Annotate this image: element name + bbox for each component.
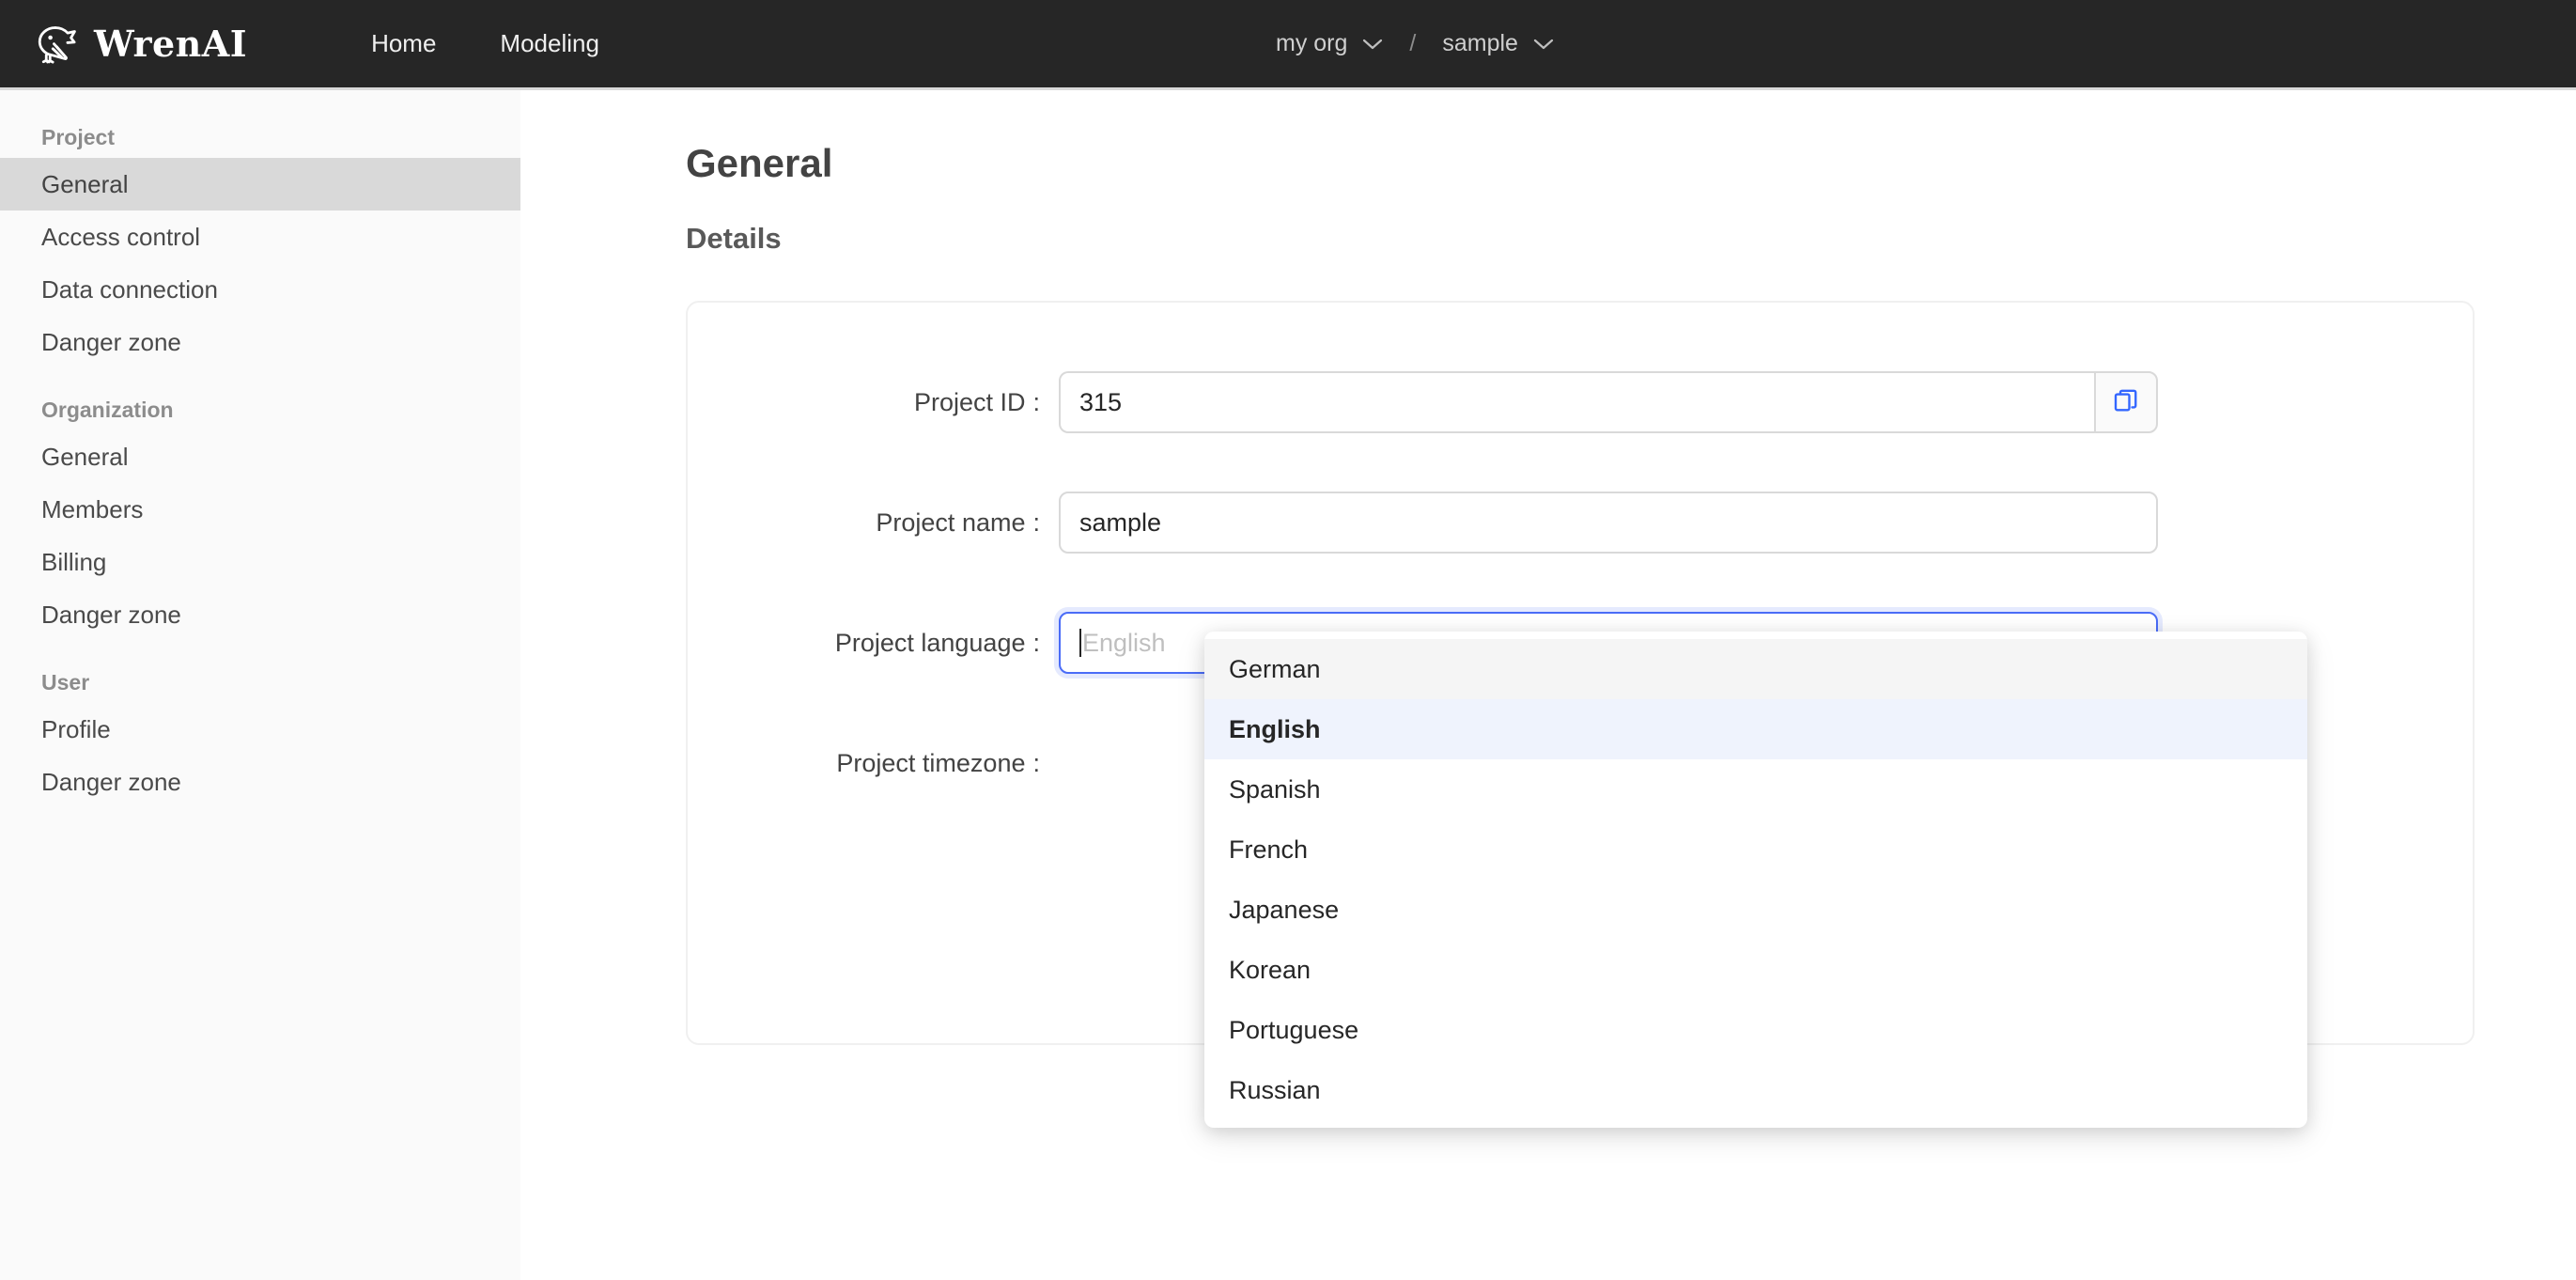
sidebar-item-org-general[interactable]: General bbox=[0, 430, 520, 483]
project-id-control bbox=[1059, 371, 2158, 433]
project-language-label: Project language: bbox=[834, 628, 1040, 657]
project-id-label: Project ID: bbox=[913, 387, 1040, 416]
sidebar-item-project-danger-zone[interactable]: Danger zone bbox=[0, 316, 520, 368]
copy-project-id-button[interactable] bbox=[2094, 371, 2158, 433]
project-id-input[interactable] bbox=[1059, 371, 2094, 433]
settings-sidebar: Project General Access control Data conn… bbox=[0, 90, 520, 1280]
sidebar-group-title: User bbox=[41, 669, 90, 695]
breadcrumb-project-label: sample bbox=[1442, 30, 1518, 56]
project-timezone-label: Project timezone: bbox=[836, 748, 1040, 777]
language-option-english[interactable]: English bbox=[1204, 699, 2307, 759]
sidebar-item-project-general[interactable]: General bbox=[0, 158, 520, 211]
brand-logo[interactable]: WrenAI bbox=[28, 18, 247, 70]
chevron-down-icon bbox=[1533, 38, 1554, 51]
nav-link-home[interactable]: Home bbox=[339, 20, 468, 68]
sidebar-item-data-connection[interactable]: Data connection bbox=[0, 263, 520, 316]
breadcrumb-separator: / bbox=[1409, 30, 1417, 56]
language-option-german[interactable]: German bbox=[1204, 639, 2307, 699]
project-language-placeholder: English bbox=[1082, 628, 1166, 657]
breadcrumb-org-label: my org bbox=[1276, 30, 1348, 56]
sidebar-item-access-control[interactable]: Access control bbox=[0, 211, 520, 263]
page-title: General bbox=[686, 141, 833, 185]
section-title-details: Details bbox=[686, 222, 782, 255]
language-option-spanish[interactable]: Spanish bbox=[1204, 759, 2307, 820]
sidebar-item-billing[interactable]: Billing bbox=[0, 536, 520, 588]
nav-link-modeling[interactable]: Modeling bbox=[468, 20, 631, 68]
sidebar-group-organization: Organization General Members Billing Dan… bbox=[0, 389, 520, 641]
sidebar-group-title: Project bbox=[41, 124, 115, 149]
form-row-project-name: Project name: bbox=[520, 489, 2576, 556]
language-option-japanese[interactable]: Japanese bbox=[1204, 880, 2307, 940]
sidebar-group-project: Project General Access control Data conn… bbox=[0, 117, 520, 368]
text-caret bbox=[1079, 629, 1081, 657]
sidebar-item-members[interactable]: Members bbox=[0, 483, 520, 536]
brand-name: WrenAI bbox=[94, 23, 248, 65]
language-dropdown-menu: German English Spanish French Japanese K… bbox=[1204, 632, 2307, 1128]
breadcrumb: my org / sample bbox=[1259, 0, 1571, 87]
project-name-input[interactable] bbox=[1059, 492, 2158, 554]
language-option-russian[interactable]: Russian bbox=[1204, 1060, 2307, 1120]
sidebar-item-org-danger-zone[interactable]: Danger zone bbox=[0, 588, 520, 641]
breadcrumb-project-selector[interactable]: sample bbox=[1425, 23, 1571, 65]
sidebar-group-title: Organization bbox=[41, 397, 174, 422]
wren-bird-logo-icon bbox=[28, 18, 81, 70]
language-option-korean[interactable]: Korean bbox=[1204, 940, 2307, 1000]
breadcrumb-org-selector[interactable]: my org bbox=[1259, 23, 1400, 65]
language-option-french[interactable]: French bbox=[1204, 820, 2307, 880]
project-name-control bbox=[1059, 492, 2158, 554]
sidebar-item-profile[interactable]: Profile bbox=[0, 703, 520, 756]
app-header: WrenAI Home Modeling my org / sample bbox=[0, 0, 2576, 87]
form-row-project-id: Project ID: bbox=[520, 368, 2576, 436]
chevron-down-icon bbox=[1362, 38, 1383, 51]
sidebar-item-user-danger-zone[interactable]: Danger zone bbox=[0, 756, 520, 808]
project-name-label: Project name: bbox=[876, 507, 1040, 537]
language-option-portuguese[interactable]: Portuguese bbox=[1204, 1000, 2307, 1060]
sidebar-group-user: User Profile Danger zone bbox=[0, 662, 520, 808]
copy-icon bbox=[2112, 386, 2140, 419]
primary-nav: Home Modeling bbox=[339, 20, 631, 68]
